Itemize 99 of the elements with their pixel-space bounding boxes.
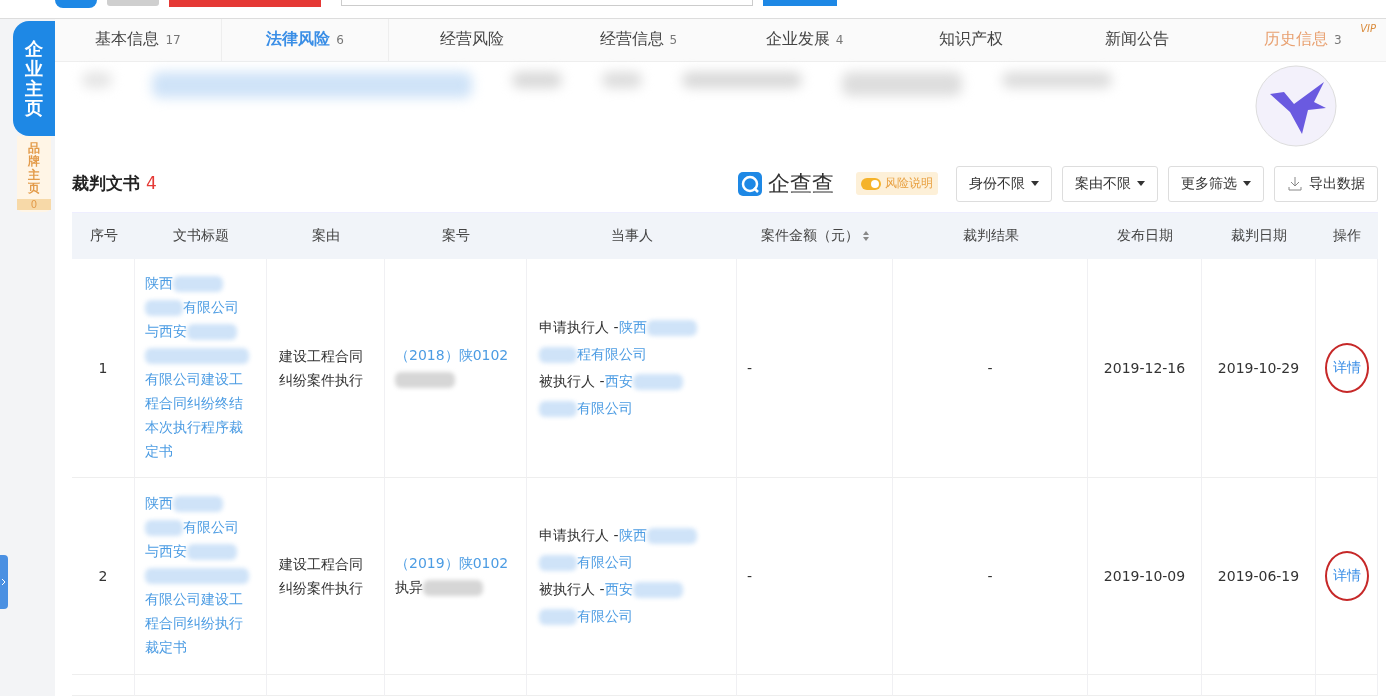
party-label: 申请执行人 - — [539, 318, 619, 337]
table-cell: 2019-10-09 — [1088, 478, 1202, 675]
company-link[interactable]: 有限公司 — [577, 553, 633, 572]
nav-tab[interactable]: 新闻公告 — [1053, 19, 1220, 61]
bird-logo-icon — [1254, 63, 1338, 148]
redaction-blur — [145, 300, 183, 316]
column-header: 案号 — [385, 213, 527, 259]
redaction-blur — [187, 324, 237, 340]
redaction-blur — [539, 554, 577, 571]
table-cell: 1 — [72, 259, 135, 478]
nav-tab[interactable]: 知识产权 — [887, 19, 1054, 61]
company-link[interactable]: 西安 — [604, 580, 633, 599]
company-link[interactable]: （2019）陕0102 — [395, 555, 509, 573]
table-cell-text: 建设工程合同纠纷案件执行 — [279, 555, 364, 598]
company-link[interactable]: 程合同纠纷执行 — [145, 615, 243, 633]
nav-tab[interactable]: 基本信息 17 — [55, 19, 223, 61]
company-link[interactable]: 有限公司 — [577, 607, 633, 626]
redaction-blur — [539, 346, 577, 363]
party-label: 被执行人 - — [539, 372, 605, 391]
column-header: 裁判结果 — [893, 213, 1088, 259]
party-label: 执异 — [395, 579, 423, 597]
redaction-blur — [173, 496, 223, 512]
redaction-blur — [145, 520, 183, 536]
filter-dropdown[interactable]: 案由不限 — [1062, 165, 1158, 202]
company-link[interactable]: 程合同纠纷终结 — [145, 395, 243, 413]
caret-icon — [1243, 181, 1251, 187]
redaction-blur — [602, 71, 642, 88]
company-link[interactable]: 与西安 — [145, 323, 187, 341]
company-link[interactable]: 裁定书 — [145, 639, 187, 657]
expand-handle[interactable] — [0, 555, 8, 609]
nav-tab[interactable]: 经营风险 — [389, 19, 556, 61]
table-cell: 2019-06-19 — [1202, 478, 1316, 675]
redaction-blur — [539, 400, 577, 417]
column-header: 发布日期 — [1088, 213, 1202, 259]
caret-icon — [1137, 181, 1145, 187]
company-link[interactable]: 与西安 — [145, 543, 187, 561]
party-label: 申请执行人 - — [539, 526, 619, 545]
nav-tab[interactable]: 企业发展 4 — [721, 19, 888, 61]
company-link[interactable]: （2018）陕0102 — [395, 347, 509, 365]
download-icon — [1287, 175, 1303, 192]
column-header[interactable]: 案件金额（元） — [737, 213, 893, 259]
chevron-icon — [0, 577, 8, 587]
redaction-blur — [187, 544, 237, 560]
redaction-blur — [173, 276, 223, 292]
company-link[interactable]: 定书 — [145, 443, 173, 461]
side-tab[interactable]: 企业主页 — [13, 21, 55, 137]
redaction-blur — [632, 581, 683, 598]
section-title: 裁判文书 4 — [72, 172, 157, 196]
redaction-blur — [646, 527, 697, 544]
filter-dropdown[interactable]: 更多筛选 — [1168, 165, 1264, 202]
column-header: 文书标题 — [135, 213, 267, 259]
company-link[interactable]: 陕西 — [145, 275, 173, 293]
detail-link[interactable]: 详情 — [1324, 551, 1369, 601]
nav-tab[interactable]: 经营信息 5 — [555, 19, 722, 61]
company-link[interactable]: 有限公司 — [183, 519, 239, 537]
company-link[interactable]: 有限公司 — [183, 299, 239, 317]
company-link[interactable]: 程有限公司 — [577, 345, 647, 364]
company-link[interactable]: 西安 — [604, 372, 633, 391]
sort-icon[interactable] — [863, 231, 869, 241]
logo-icon — [55, 0, 97, 8]
redaction-blur — [512, 71, 562, 88]
table-cell: 2019-12-16 — [1088, 259, 1202, 478]
column-header: 操作 — [1316, 213, 1378, 259]
party-label: 被执行人 - — [539, 580, 605, 599]
company-link[interactable]: 有限公司 — [577, 399, 633, 418]
table-cell: - — [893, 478, 1088, 675]
logo-icon — [107, 0, 159, 6]
table-cell: - — [893, 259, 1088, 478]
table-cell: 2019-10-29 — [1202, 259, 1316, 478]
column-header: 裁判日期 — [1202, 213, 1316, 259]
nav-tab[interactable]: 法律风险 6 — [222, 19, 390, 61]
company-link[interactable]: 有限公司建设工 — [145, 591, 243, 609]
column-header: 当事人 — [527, 213, 737, 259]
column-header: 案由 — [267, 213, 385, 259]
company-link[interactable]: 陕西 — [145, 495, 173, 513]
company-link[interactable]: 有限公司建设工 — [145, 371, 243, 389]
detail-link[interactable]: 详情 — [1324, 343, 1369, 393]
redaction-blur — [632, 373, 683, 390]
redaction-blur — [423, 580, 483, 596]
side-tab[interactable]: 品牌主页 0 — [17, 136, 51, 212]
company-link[interactable]: 陕西 — [618, 526, 647, 545]
table-cell: - — [737, 259, 893, 478]
table-cell: - — [737, 478, 893, 675]
toggle-icon — [861, 177, 881, 190]
company-link[interactable]: 陕西 — [618, 318, 647, 337]
table-cell-text: 建设工程合同纠纷案件执行 — [279, 347, 364, 390]
company-link[interactable]: 本次执行程序裁 — [145, 419, 243, 437]
risk-note-link[interactable]: 风险说明 — [856, 172, 938, 196]
export-button[interactable]: 导出数据 — [1274, 165, 1378, 202]
filter-dropdown[interactable]: 身份不限 — [956, 165, 1052, 202]
vip-label: VIP — [1360, 23, 1376, 34]
column-header: 序号 — [72, 213, 135, 259]
redaction-blur — [395, 372, 455, 388]
table-cell: 2 — [72, 478, 135, 675]
redaction-blur — [539, 608, 577, 625]
caret-icon — [1031, 181, 1039, 187]
brand-logo: 企查查 — [738, 168, 834, 199]
nav-tab[interactable]: 历史信息 3 VIP — [1219, 19, 1386, 61]
redaction-blur — [646, 319, 697, 336]
